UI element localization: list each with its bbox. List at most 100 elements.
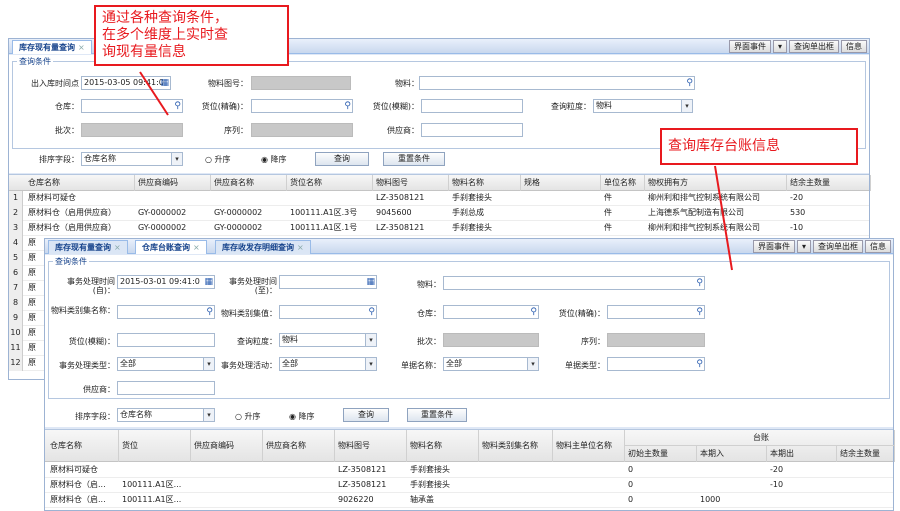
col-header[interactable]: 供应商编码 [191, 430, 263, 462]
io-time-field[interactable]: 2015-03-05 09:41:0 ▦ [81, 76, 171, 90]
query-popup-button[interactable]: 查询单出框 [789, 40, 839, 53]
search-icon[interactable]: ⚲ [696, 306, 703, 318]
supplier-field[interactable] [421, 123, 523, 137]
search-icon[interactable]: ⚲ [174, 100, 181, 112]
search-icon[interactable]: ⚲ [344, 100, 351, 112]
col-header[interactable]: 本期入 [697, 446, 767, 462]
table-cell: -20 [790, 193, 804, 202]
material-field[interactable]: ⚲ [419, 76, 695, 90]
search-icon[interactable]: ⚲ [696, 358, 703, 370]
ui-event-button[interactable]: 界面事件 [728, 40, 771, 53]
col-header[interactable]: 物料图号 [373, 175, 449, 191]
bin-fuzzy-field[interactable] [421, 99, 523, 113]
txn-activity-select[interactable]: 全部 ▾ [279, 357, 377, 371]
col-header[interactable]: 货位名称 [287, 175, 373, 191]
query-button[interactable]: 查询 [343, 408, 389, 422]
doc-type-field[interactable]: ⚲ [607, 357, 705, 371]
asc-radio[interactable]: ○ 升序 [205, 154, 231, 165]
supplier-field[interactable] [117, 381, 215, 395]
bin-fuzzy-field[interactable] [117, 333, 215, 347]
ui-event-button[interactable]: 界面事件 [752, 240, 795, 253]
tab-ledger[interactable]: 仓库台账查询 × [135, 240, 207, 254]
col-header[interactable]: 本期出 [767, 446, 837, 462]
tab-stock-onhand[interactable]: 库存现有量查询 × [48, 240, 128, 254]
bin-exact-field[interactable]: ⚲ [607, 305, 705, 319]
dropdown-arrow-icon[interactable]: ▾ [796, 240, 811, 253]
close-icon[interactable]: × [193, 243, 200, 252]
info-button[interactable]: 信息 [841, 40, 867, 53]
doc-name-select[interactable]: 全部 ▾ [443, 357, 539, 371]
granularity-select[interactable]: 物料 ▾ [593, 99, 693, 113]
dropdown-arrow-icon[interactable]: ▾ [772, 40, 787, 53]
calendar-icon[interactable]: ▦ [160, 77, 169, 89]
time-to-field[interactable]: ▦ [279, 275, 377, 289]
col-header[interactable]: 初始主数量 [625, 446, 697, 462]
col-header[interactable]: 结余主数量 [787, 175, 871, 191]
desc-radio[interactable]: ◉ 降序 [289, 411, 315, 422]
table-cell: 件 [604, 193, 612, 202]
category-set-value-field[interactable]: ⚲ [279, 305, 377, 319]
col-header[interactable]: 仓库名称 [47, 430, 119, 462]
table-row[interactable]: 1 原材料可疑仓 LZ-3508121 手刹套接头 件 柳州利和排气控制系统有限公司 -20 [9, 191, 869, 206]
txn-type-select[interactable]: 全部 ▾ [117, 357, 215, 371]
table-row[interactable]: 原材料仓（启... 100111.A1区... LZ-3508121 手刹套接头 0 -1… [45, 478, 893, 493]
col-header[interactable]: 单位名称 [601, 175, 645, 191]
time-from-field[interactable]: 2015-03-01 09:41:0 ▦ [117, 275, 215, 289]
tab-stock-onhand[interactable]: 库存现有量查询 × [12, 40, 92, 54]
asc-radio[interactable]: ○ 升序 [235, 411, 261, 422]
reset-button[interactable]: 重置条件 [407, 408, 467, 422]
chevron-down-icon[interactable]: ▾ [203, 409, 214, 421]
query-button[interactable]: 查询 [315, 152, 369, 166]
material-field[interactable]: ⚲ [443, 276, 705, 290]
chevron-down-icon[interactable]: ▾ [203, 358, 214, 370]
chevron-down-icon[interactable]: ▾ [527, 358, 538, 370]
col-header[interactable]: 物料名称 [449, 175, 521, 191]
calendar-icon[interactable]: ▦ [204, 276, 213, 288]
desc-radio[interactable]: ◉ 降序 [261, 154, 287, 165]
col-header[interactable]: 物料主单位名称 [553, 430, 625, 462]
chevron-down-icon[interactable]: ▾ [365, 358, 376, 370]
table-row[interactable]: 原材料可疑仓 LZ-3508121 手刹套接头 0 -20 [45, 463, 893, 478]
close-icon[interactable]: × [114, 243, 121, 252]
sort-select[interactable]: 仓库名称 ▾ [117, 408, 215, 422]
col-header[interactable]: 仓库名称 [25, 175, 135, 191]
search-icon[interactable]: ⚲ [696, 277, 703, 289]
chevron-down-icon[interactable]: ▾ [681, 100, 692, 112]
granularity-select[interactable]: 物料 ▾ [279, 333, 377, 347]
chevron-down-icon[interactable]: ▾ [171, 153, 182, 165]
col-header[interactable]: 货位 [119, 430, 191, 462]
table-cell: GY-0000002 [214, 223, 263, 232]
col-header[interactable]: 供应商名称 [263, 430, 335, 462]
table-cell: 原 [28, 238, 36, 247]
category-set-name-label: 物料类别集名称： [51, 306, 115, 315]
close-icon[interactable]: × [78, 43, 85, 52]
reset-button[interactable]: 重置条件 [383, 152, 445, 166]
col-header[interactable]: 物料名称 [407, 430, 479, 462]
table-row[interactable]: 2 原材料仓（启用供应商） GY-0000002 GY-0000002 100111.A… [9, 206, 869, 221]
search-icon[interactable]: ⚲ [206, 306, 213, 318]
col-header[interactable]: 结余主数量 [837, 446, 895, 462]
chevron-down-icon[interactable]: ▾ [365, 334, 376, 346]
warehouse-field[interactable]: ⚲ [443, 305, 539, 319]
col-header[interactable]: 物料类别集名称 [479, 430, 553, 462]
col-header[interactable]: 物料图号 [335, 430, 407, 462]
category-set-name-field[interactable]: ⚲ [117, 305, 215, 319]
table-row[interactable]: 原材料仓（启... 100111.A1区... 9026220 轴承盖 0 1000 [45, 493, 893, 508]
warehouse-field[interactable]: ⚲ [81, 99, 183, 113]
col-header[interactable]: 规格 [521, 175, 601, 191]
calendar-icon[interactable]: ▦ [366, 276, 375, 288]
search-icon[interactable]: ⚲ [368, 306, 375, 318]
info-button[interactable]: 信息 [865, 240, 891, 253]
search-icon[interactable]: ⚲ [530, 306, 537, 318]
sort-select[interactable]: 仓库名称 ▾ [81, 152, 183, 166]
query-popup-button[interactable]: 查询单出框 [813, 240, 863, 253]
bin-exact-field[interactable]: ⚲ [251, 99, 353, 113]
search-icon[interactable]: ⚲ [686, 77, 693, 89]
col-header[interactable]: 供应商编码 [135, 175, 211, 191]
tab-inout-detail[interactable]: 库存收发存明细查询 × [215, 240, 311, 254]
col-header[interactable]: 供应商名称 [211, 175, 287, 191]
table-cell: 100111.A1区.3号 [290, 208, 358, 217]
close-icon[interactable]: × [297, 243, 304, 252]
col-header[interactable]: 物权拥有方 [645, 175, 787, 191]
table-row[interactable]: 3 原材料仓（启用供应商） GY-0000002 GY-0000002 100111.A… [9, 221, 869, 236]
